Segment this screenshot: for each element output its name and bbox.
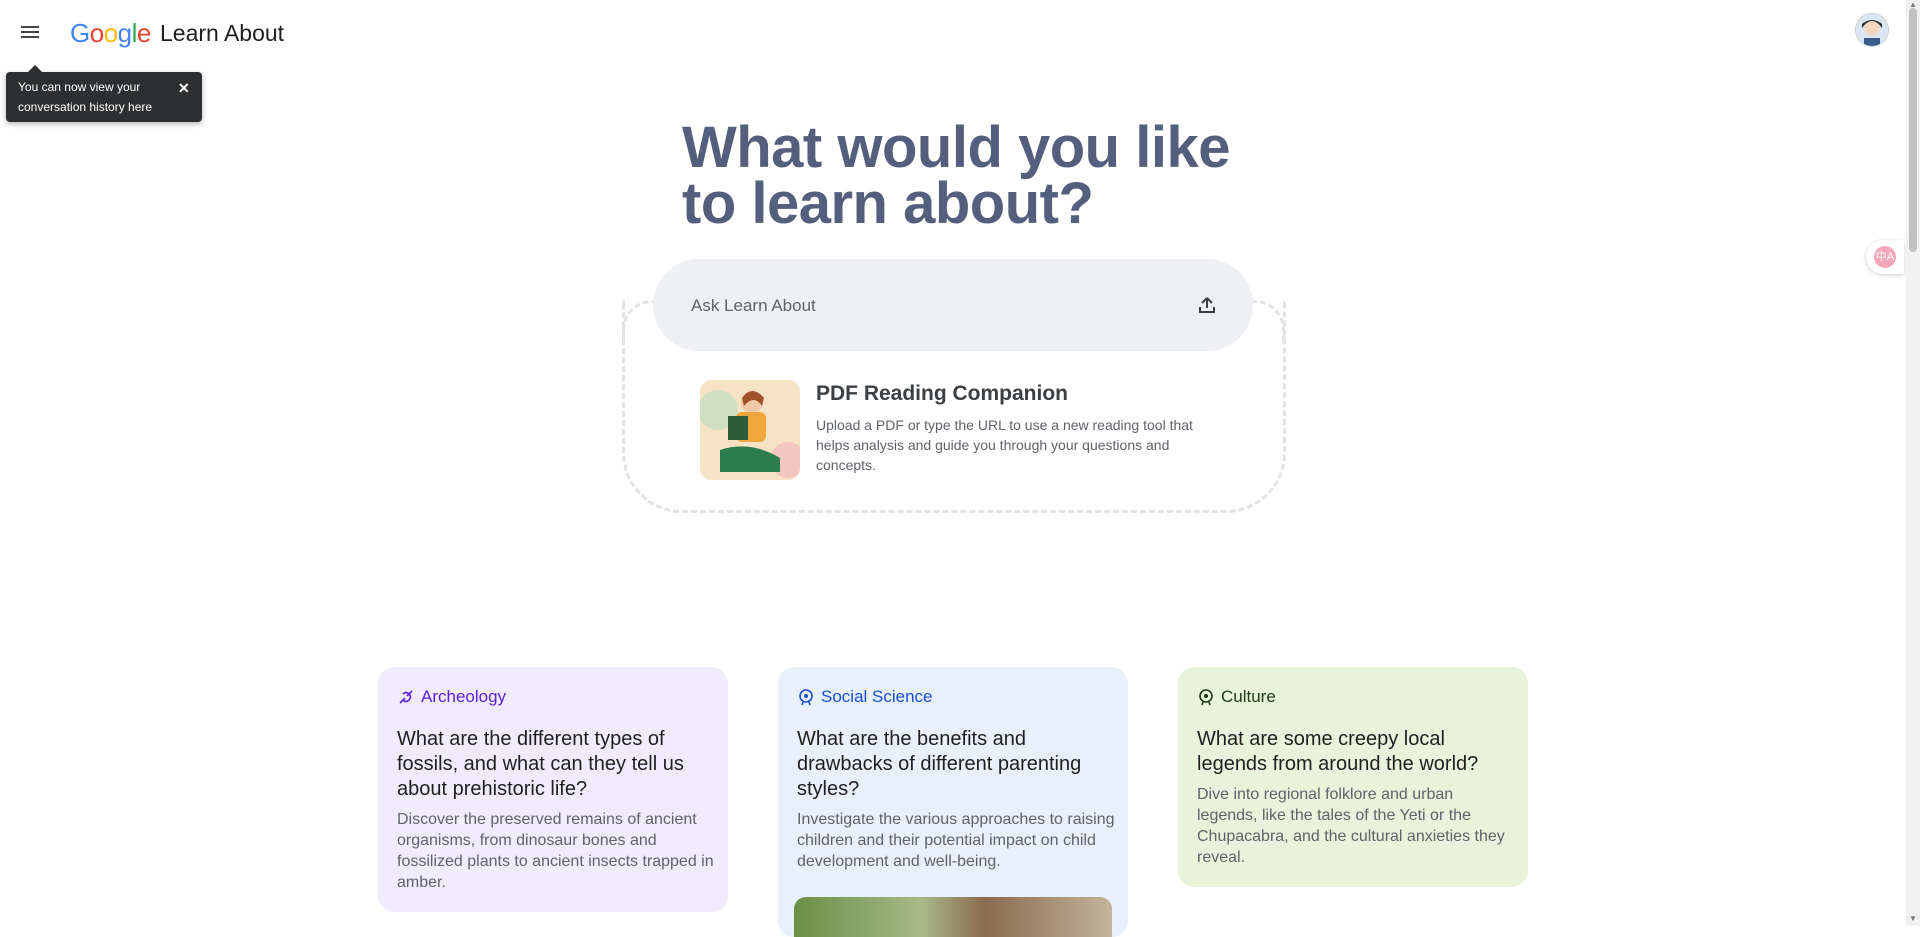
top-bar: Google Learn About xyxy=(0,0,1920,64)
search-input[interactable] xyxy=(689,289,1153,323)
card-category-label: Social Science xyxy=(821,687,933,706)
card-question: What are the benefits and drawbacks of d… xyxy=(797,728,1082,800)
topic-card-archeology[interactable]: Archeology What are the different types … xyxy=(378,667,728,912)
upload-button[interactable] xyxy=(1191,289,1223,321)
avatar-image xyxy=(1856,14,1888,46)
card-question: What are the different types of fossils,… xyxy=(397,728,684,800)
card-category: Archeology xyxy=(397,687,506,707)
card-description: Discover the preserved remains of ancien… xyxy=(397,811,714,891)
menu-icon xyxy=(21,26,39,38)
translate-icon: 中A xyxy=(1874,246,1896,268)
avatar[interactable] xyxy=(1855,13,1889,47)
menu-button[interactable] xyxy=(14,16,46,48)
scroll-down-arrow-icon[interactable]: ▼ xyxy=(1909,914,1917,923)
card-category-label: Culture xyxy=(1221,687,1276,706)
reading-person-image xyxy=(700,380,800,480)
card-category: Social Science xyxy=(797,687,933,707)
card-question: What are some creepy local legends from … xyxy=(1197,728,1479,775)
history-tooltip: You can now view your conversation histo… xyxy=(6,65,202,122)
reading-illustration xyxy=(700,380,800,480)
card-category-label: Archeology xyxy=(421,687,507,706)
close-icon[interactable]: ✕ xyxy=(178,78,190,98)
scroll-thumb[interactable] xyxy=(1909,8,1917,252)
card-description: Investigate the various approaches to ra… xyxy=(797,811,1115,870)
card-category: Culture xyxy=(1197,687,1276,707)
social-science-icon xyxy=(799,689,813,706)
topic-card-social-science[interactable]: Social Science What are the benefits and… xyxy=(778,667,1128,937)
translate-button[interactable]: 中A xyxy=(1866,240,1904,274)
search-box xyxy=(653,259,1253,351)
page-scrollbar[interactable]: ▲ ▼ xyxy=(1906,0,1920,926)
page-title: What would you like to learn about? xyxy=(682,115,1230,236)
app-name: Learn About xyxy=(160,20,285,46)
fossil-icon xyxy=(399,690,413,704)
pdf-reading-companion-card[interactable]: PDF Reading Companion Upload a PDF or ty… xyxy=(700,380,1220,490)
pdf-companion-title: PDF Reading Companion xyxy=(816,382,1068,405)
topic-card-culture[interactable]: Culture What are some creepy local legen… xyxy=(1178,667,1528,887)
upload-icon xyxy=(1199,297,1215,313)
culture-icon xyxy=(1199,689,1213,706)
tooltip-text: You can now view your conversation histo… xyxy=(18,80,153,114)
card-description: Dive into regional folklore and urban le… xyxy=(1197,786,1505,866)
google-logo[interactable]: Google xyxy=(70,18,151,49)
pdf-companion-description: Upload a PDF or type the URL to use a ne… xyxy=(816,417,1193,473)
card-image xyxy=(794,897,1112,937)
